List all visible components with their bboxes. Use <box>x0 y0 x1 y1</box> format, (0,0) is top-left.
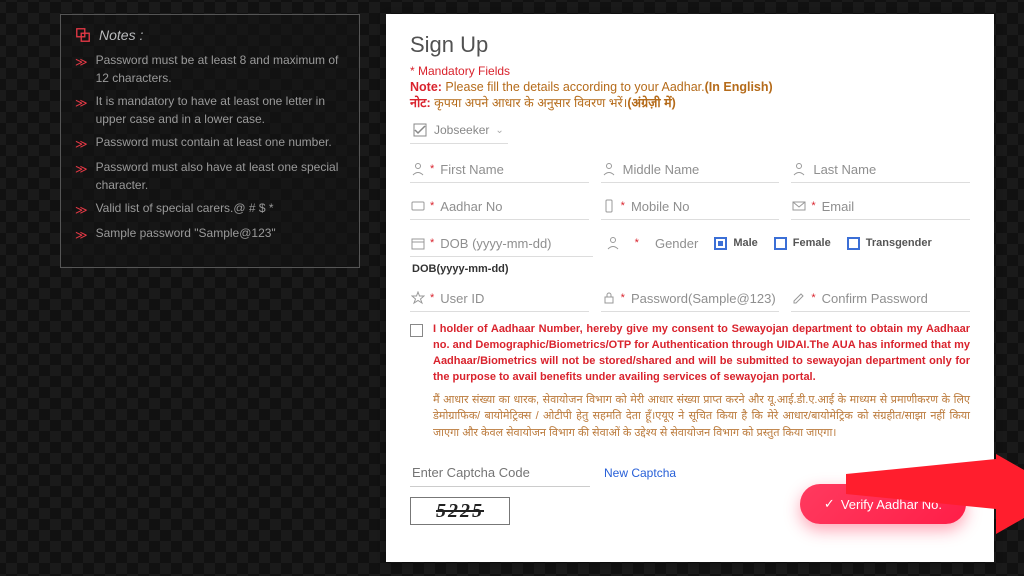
first-name-field[interactable]: * First Name <box>410 156 589 183</box>
checkbox-icon <box>714 237 727 250</box>
new-captcha-link[interactable]: New Captcha <box>604 466 676 480</box>
chevron-down-icon: ⌄ <box>495 125 503 136</box>
notes-title: Notes : <box>99 27 143 43</box>
mandatory-text: * Mandatory Fields <box>410 64 970 78</box>
person-icon <box>605 235 621 251</box>
note-item: Password must contain at least one numbe… <box>96 133 332 153</box>
star-icon <box>410 290 426 306</box>
dob-hint: DOB(yyyy-mm-dd) <box>412 263 970 275</box>
consent-checkbox[interactable] <box>410 324 423 337</box>
chevron-icon: ≫ <box>75 94 88 128</box>
last-name-field[interactable]: Last Name <box>791 156 970 183</box>
middle-name-field[interactable]: Middle Name <box>601 156 780 183</box>
note-item: Password must also have at least one spe… <box>96 158 345 194</box>
email-field[interactable]: * Email <box>791 193 970 220</box>
checkbox-icon <box>774 237 787 250</box>
role-label: Jobseeker <box>434 123 489 137</box>
notes-list: ≫Password must be at least 8 and maximum… <box>75 51 345 244</box>
page-title: Sign Up <box>410 32 970 58</box>
note-item: Valid list of special carers.@ # $ * <box>96 199 274 219</box>
chevron-icon: ≫ <box>75 135 88 153</box>
person-icon <box>601 161 617 177</box>
note-item: Sample password "Sample@123" <box>96 224 276 244</box>
chevron-icon: ≫ <box>75 201 88 219</box>
person-icon <box>791 161 807 177</box>
gender-trans[interactable]: Transgender <box>847 237 932 250</box>
signup-card: Sign Up * Mandatory Fields Note: Please … <box>386 14 994 562</box>
note-hindi: नोट: कृपया अपने आधार के अनुसार विवरण भरे… <box>410 94 970 111</box>
note-english: Note: Please fill the details according … <box>410 80 970 94</box>
check-icon: ✓ <box>824 496 835 512</box>
gender-group: * Gender Male Female Transgender <box>605 230 970 256</box>
phone-icon <box>601 198 617 214</box>
check-icon <box>412 122 428 138</box>
lock-icon <box>601 290 617 306</box>
mail-icon <box>791 198 807 214</box>
consent-text-en: I holder of Aadhaar Number, hereby give … <box>433 322 970 386</box>
checkbox-icon <box>847 237 860 250</box>
role-dropdown[interactable]: Jobseeker ⌄ <box>410 119 508 144</box>
consent-text-hi: मैं आधार संख्या का धारक, सेवायोजन विभाग … <box>433 392 970 442</box>
card-icon <box>410 198 426 214</box>
verify-aadhar-button[interactable]: ✓ Verify Aadhar No. <box>800 484 966 524</box>
calendar-icon <box>410 235 426 251</box>
notes-panel: Notes : ≫Password must be at least 8 and… <box>60 14 360 268</box>
userid-field[interactable]: * User ID <box>410 285 589 312</box>
chevron-icon: ≫ <box>75 53 88 87</box>
captcha-input[interactable] <box>410 459 590 487</box>
password-field[interactable]: * Password(Sample@123) <box>601 285 780 312</box>
captcha-image: 5225 <box>410 497 510 525</box>
notes-icon <box>75 27 91 43</box>
gender-male[interactable]: Male <box>714 237 757 250</box>
chevron-icon: ≫ <box>75 160 88 194</box>
chevron-icon: ≫ <box>75 226 88 244</box>
dob-field[interactable]: * DOB (yyyy-mm-dd) <box>410 230 593 257</box>
gender-female[interactable]: Female <box>774 237 831 250</box>
note-item: It is mandatory to have at least one let… <box>96 92 345 128</box>
mobile-field[interactable]: * Mobile No <box>601 193 780 220</box>
aadhar-field[interactable]: * Aadhar No <box>410 193 589 220</box>
confirm-password-field[interactable]: * Confirm Password <box>791 285 970 312</box>
note-item: Password must be at least 8 and maximum … <box>96 51 345 87</box>
pen-icon <box>791 290 807 306</box>
person-icon <box>410 161 426 177</box>
